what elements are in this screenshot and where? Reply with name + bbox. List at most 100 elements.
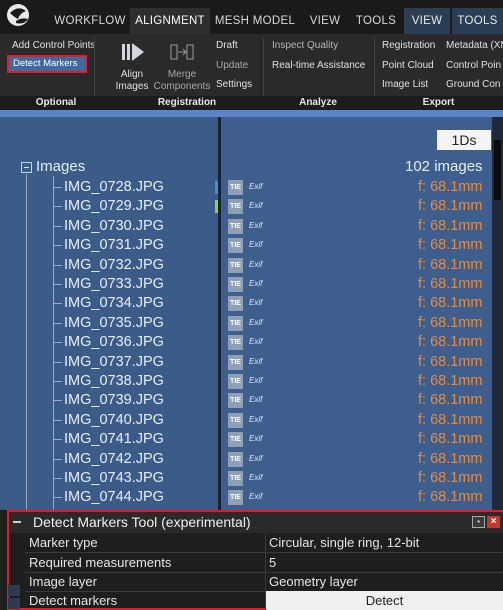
detect-markers-label: Detect Markers xyxy=(13,58,78,69)
image-row[interactable]: IMG_0736.JPG TIE Exif f: 68.1mm xyxy=(0,333,503,352)
image-row[interactable]: IMG_0737.JPG TIE Exif f: 68.1mm xyxy=(0,353,503,372)
focal-length: f: 68.1mm xyxy=(418,470,483,486)
image-row[interactable]: IMG_0732.JPG TIE Exif f: 68.1mm xyxy=(0,256,503,275)
group-label-analyze: Analyze xyxy=(299,97,337,108)
export-registration-button[interactable]: Registration xyxy=(382,40,435,51)
exif-icon: Exif xyxy=(249,356,263,366)
settings-button[interactable]: Settings xyxy=(216,79,252,90)
image-row[interactable]: IMG_0735.JPG TIE Exif f: 68.1mm xyxy=(0,314,503,333)
image-row[interactable]: IMG_0742.JPG TIE Exif f: 68.1mm xyxy=(0,450,503,469)
focal-length: f: 68.1mm xyxy=(418,489,483,506)
ribbon-group-labels: Optional Registration Analyze Export xyxy=(0,96,503,110)
1ds-button[interactable]: 1Ds xyxy=(437,130,491,150)
panel-dock-icon[interactable] xyxy=(8,585,20,596)
add-control-points-button[interactable]: Add Control Points xyxy=(12,40,95,51)
tab-view-2[interactable]: VIEW xyxy=(404,8,450,34)
image-row[interactable]: IMG_0740.JPG TIE Exif f: 68.1mm xyxy=(0,411,503,430)
property-value[interactable]: 5 xyxy=(269,553,276,572)
image-row[interactable]: IMG_0744.JPG TIE Exif f: 68.1mm xyxy=(0,488,503,507)
tab-tools[interactable]: TOOLS xyxy=(352,8,400,34)
image-row[interactable]: IMG_0734.JPG TIE Exif f: 68.1mm xyxy=(0,294,503,313)
tab-workflow[interactable]: WORKFLOW xyxy=(52,8,128,34)
focal-length: f: 68.1mm xyxy=(418,373,483,389)
detect-button[interactable]: Detect xyxy=(266,591,503,610)
image-filename[interactable]: IMG_0744.JPG xyxy=(64,488,164,507)
image-filename[interactable]: IMG_0741.JPG xyxy=(64,430,164,449)
property-value[interactable]: Geometry layer xyxy=(269,572,358,591)
exif-icon: Exif xyxy=(249,453,263,463)
tab-mesh-model[interactable]: MESH MODEL xyxy=(212,8,298,34)
image-filename[interactable]: IMG_0732.JPG xyxy=(64,256,164,275)
image-filename[interactable]: IMG_0740.JPG xyxy=(64,411,164,430)
image-filename[interactable]: IMG_0731.JPG xyxy=(64,236,164,255)
image-filename[interactable]: IMG_0733.JPG xyxy=(64,275,164,294)
tie-points-icon: TIE xyxy=(228,315,243,331)
exif-icon: Exif xyxy=(249,259,263,269)
tab-tools-2[interactable]: TOOLS xyxy=(452,8,503,34)
tab-view[interactable]: VIEW xyxy=(300,8,350,34)
property-row-required-measurements[interactable]: Required measurements 5 xyxy=(25,553,503,573)
image-filename[interactable]: IMG_0734.JPG xyxy=(64,294,164,313)
focal-length: f: 68.1mm xyxy=(418,295,483,312)
image-row[interactable]: IMG_0731.JPG TIE Exif f: 68.1mm xyxy=(0,236,503,255)
export-ground-control-button[interactable]: Ground Con xyxy=(446,79,500,90)
merge-components-button[interactable]: Merge Components xyxy=(152,69,212,93)
property-value[interactable]: Circular, single ring, 12-bit xyxy=(269,533,419,552)
image-filename[interactable]: IMG_0742.JPG xyxy=(64,450,164,469)
tab-alignment[interactable]: ALIGNMENT xyxy=(130,8,210,34)
panel-dock-icon[interactable] xyxy=(8,598,20,609)
tree-branch xyxy=(53,381,62,382)
export-control-points-button[interactable]: Control Poin xyxy=(446,60,501,71)
tree-branch xyxy=(53,400,62,402)
property-row-marker-type[interactable]: Marker type Circular, single ring, 12-bi… xyxy=(25,533,503,553)
tie-points-icon: TIE xyxy=(228,374,243,389)
image-filename[interactable]: IMG_0736.JPG xyxy=(64,333,164,352)
image-row[interactable]: IMG_0738.JPG TIE Exif f: 68.1mm xyxy=(0,372,503,391)
image-row[interactable]: IMG_0730.JPG TIE Exif f: 68.1mm xyxy=(0,217,503,236)
export-point-cloud-button[interactable]: Point Cloud xyxy=(382,60,434,71)
property-key: Marker type xyxy=(29,535,98,550)
image-row[interactable]: IMG_0743.JPG TIE Exif f: 68.1mm xyxy=(0,469,503,488)
group-label-registration: Registration xyxy=(157,97,217,108)
image-row[interactable]: IMG_0729.JPG TIE Exif f: 68.1mm xyxy=(0,197,503,216)
tree-root-label[interactable]: Images xyxy=(36,158,85,175)
image-filename[interactable]: IMG_0738.JPG xyxy=(64,372,164,391)
property-key: Detect markers xyxy=(29,593,118,608)
tie-points-icon: TIE xyxy=(228,296,243,312)
tie-points-icon: TIE xyxy=(228,277,243,292)
image-row[interactable]: IMG_0733.JPG TIE Exif f: 68.1mm xyxy=(0,275,503,294)
image-row[interactable]: IMG_0739.JPG TIE Exif f: 68.1mm xyxy=(0,391,503,410)
export-metadata-button[interactable]: Metadata (XM xyxy=(446,40,503,51)
collapse-icon[interactable] xyxy=(12,516,22,526)
detect-markers-button[interactable]: Detect Markers xyxy=(7,55,87,73)
image-filename[interactable]: IMG_0728.JPG xyxy=(64,178,164,197)
group-label-export: Export xyxy=(422,97,455,108)
property-key: Required measurements xyxy=(29,555,172,570)
export-image-list-button[interactable]: Image List xyxy=(382,79,428,90)
tree-branch xyxy=(53,284,62,285)
image-filename[interactable]: IMG_0729.JPG xyxy=(64,197,164,216)
image-row[interactable]: IMG_0728.JPG TIE Exif f: 68.1mm xyxy=(0,178,503,197)
image-filename[interactable]: IMG_0730.JPG xyxy=(64,217,164,236)
tree-branch xyxy=(53,187,62,188)
image-filename[interactable]: IMG_0735.JPG xyxy=(64,314,164,333)
tie-points-icon: TIE xyxy=(228,432,243,448)
tree-branch xyxy=(53,225,62,227)
image-filename[interactable]: IMG_0739.JPG xyxy=(64,391,164,410)
image-filename[interactable]: IMG_0737.JPG xyxy=(64,353,164,372)
restore-icon[interactable]: ▪ xyxy=(472,516,485,528)
exif-icon: Exif xyxy=(249,434,263,444)
update-button[interactable]: Update xyxy=(216,60,248,71)
exif-icon: Exif xyxy=(249,317,263,327)
property-row-image-layer[interactable]: Image layer Geometry layer xyxy=(25,572,503,592)
align-images-icon xyxy=(122,43,144,61)
align-images-button[interactable]: Align Images xyxy=(112,69,152,93)
draft-button[interactable]: Draft xyxy=(216,40,238,51)
image-row[interactable]: IMG_0741.JPG TIE Exif f: 68.1mm xyxy=(0,430,503,449)
realtime-assistance-button[interactable]: Real-time Assistance xyxy=(272,60,365,71)
tree-branch xyxy=(53,342,62,344)
inspect-quality-button[interactable]: Inspect Quality xyxy=(272,40,338,51)
close-icon[interactable]: × xyxy=(487,516,500,528)
collapse-toggle-icon[interactable] xyxy=(21,162,32,173)
image-filename[interactable]: IMG_0743.JPG xyxy=(64,469,164,488)
